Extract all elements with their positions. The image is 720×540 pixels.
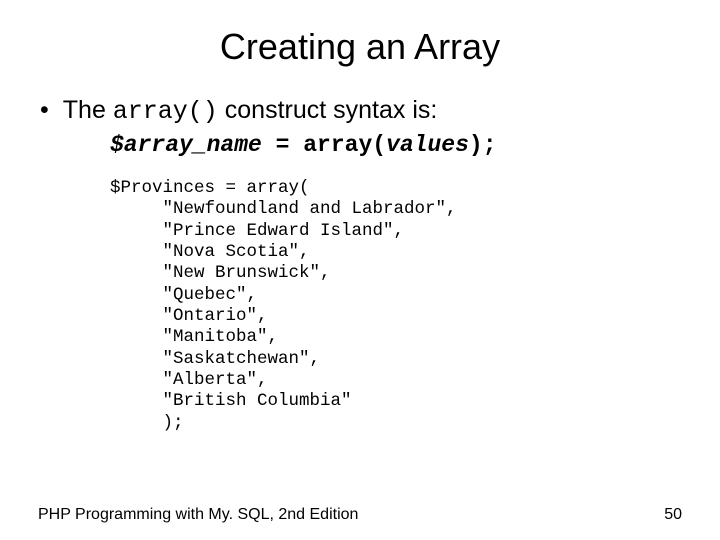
syntax-eq: = array( [262,132,386,158]
bullet-post: construct syntax is: [218,96,438,124]
bullet-marker: • [40,96,49,125]
syntax-end: ); [469,132,497,158]
bullet-item: • The array() construct syntax is: [40,96,682,126]
bullet-text: The array() construct syntax is: [63,96,438,126]
bullet-code: array() [113,97,218,126]
bullet-pre: The [63,96,113,124]
slide: Creating an Array • The array() construc… [0,0,720,540]
syntax-line: $array_name = array(values); [110,132,682,158]
footer-left: PHP Programming with My. SQL, 2nd Editio… [38,506,358,524]
syntax-vals: values [386,132,469,158]
footer: PHP Programming with My. SQL, 2nd Editio… [38,506,682,524]
syntax-var: $array_name [110,132,262,158]
code-block: $Provinces = array( "Newfoundland and La… [110,178,682,434]
slide-title: Creating an Array [38,26,682,68]
page-number: 50 [664,506,682,524]
